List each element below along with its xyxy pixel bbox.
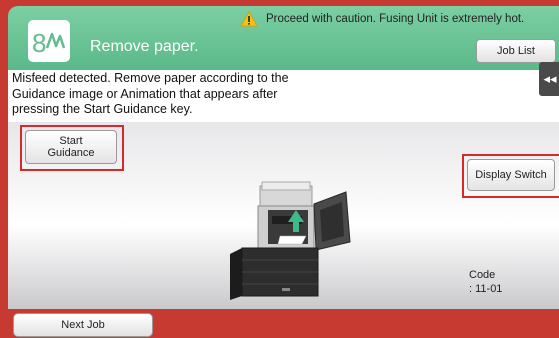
display-switch-button[interactable]: Display Switch <box>467 159 555 191</box>
start-guidance-button[interactable]: Start Guidance <box>25 130 117 164</box>
side-tab-label: ◂◂ <box>543 71 557 86</box>
svg-text:8: 8 <box>32 28 46 58</box>
code-label: Code <box>469 269 496 281</box>
code-value: : 11-01 <box>469 283 503 295</box>
header-title: Remove paper. <box>90 38 199 55</box>
paper-misfeed-icon: 8 <box>28 20 70 62</box>
collapse-left-icon[interactable]: ◂◂ <box>539 62 559 96</box>
misfeed-message: Misfeed detected. Remove paper according… <box>12 71 289 116</box>
warning-text: Proceed with caution. Fusing Unit is ext… <box>266 13 525 25</box>
next-job-button[interactable]: Next Job <box>13 313 153 337</box>
header-bar: 8 Remove paper. Proceed with caution. Fu… <box>8 6 559 70</box>
misfeed-screen: 8 Remove paper. Proceed with caution. Fu… <box>0 0 559 338</box>
message-panel: Misfeed detected. Remove paper according… <box>8 70 559 122</box>
job-list-button[interactable]: Job List <box>476 39 556 63</box>
warning-banner: Proceed with caution. Fusing Unit is ext… <box>240 10 524 28</box>
left-edge <box>0 0 8 338</box>
printer-open-door-illustration <box>230 181 351 300</box>
warning-triangle-icon <box>240 11 258 27</box>
